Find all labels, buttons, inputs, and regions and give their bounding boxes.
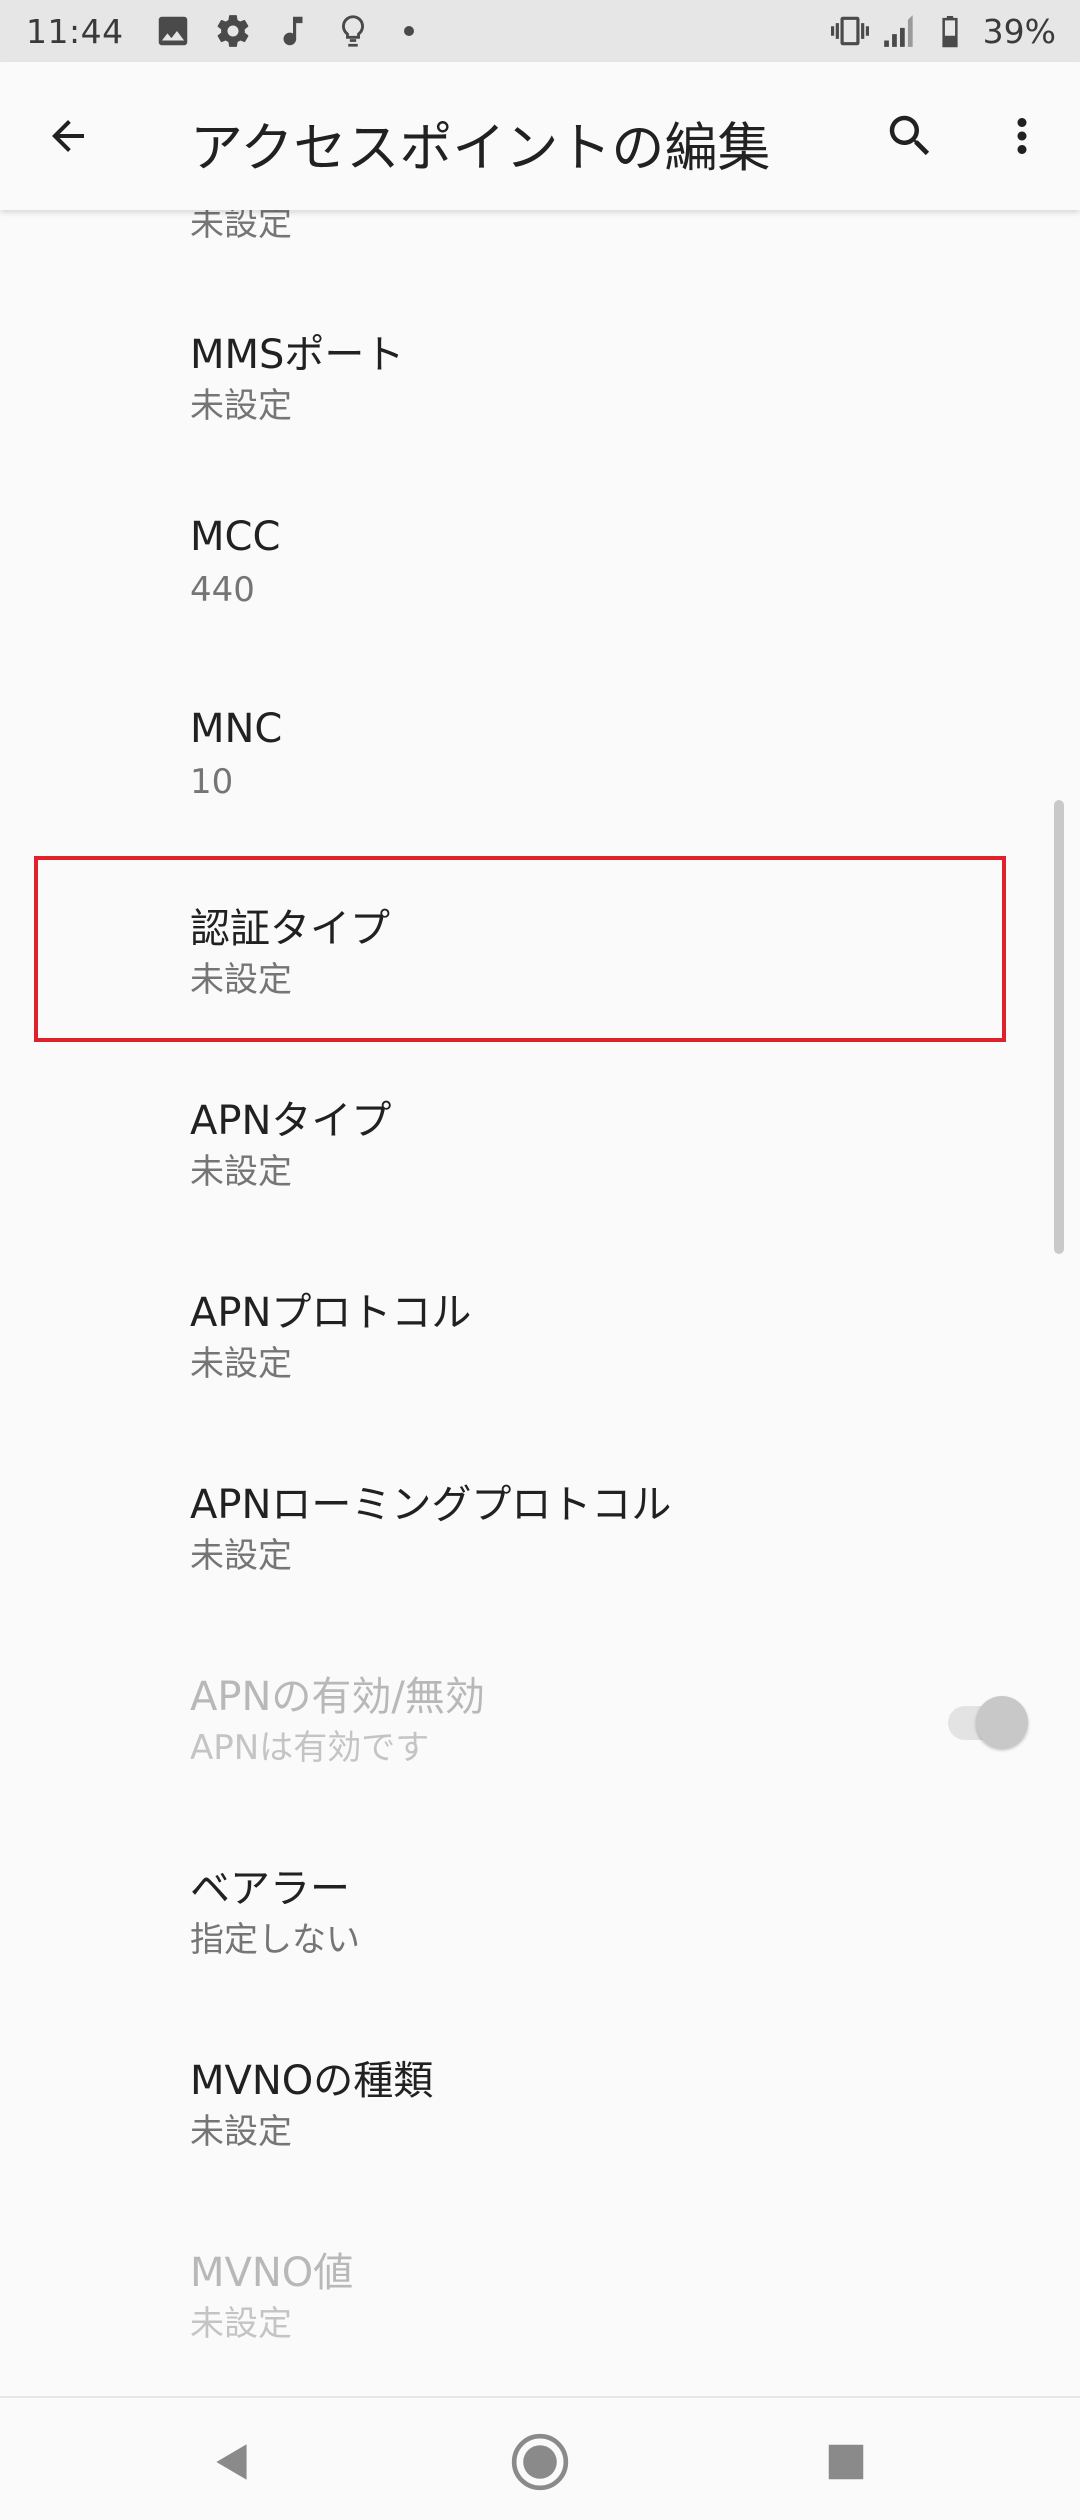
settings-list[interactable]: 未設定 MMSポート 未設定 MCC 440 MNC 10 認証タイプ 未設定 …: [0, 210, 1080, 2396]
status-bar: 11:44 39%: [0, 0, 1080, 62]
list-item-apn-protocol[interactable]: APNプロトコル 未設定: [0, 1260, 1080, 1452]
status-left: 11:44: [26, 0, 414, 62]
more-options-button[interactable]: [986, 100, 1058, 172]
nav-recents-icon: [828, 2444, 864, 2480]
pref-summary: 未設定: [190, 210, 292, 244]
lightbulb-icon: [334, 12, 372, 50]
pref-title: MCC: [190, 514, 281, 560]
pref-title: MMSポート: [190, 332, 405, 378]
pref-title: APNプロトコル: [190, 1290, 472, 1336]
signal-icon: [881, 12, 919, 50]
pref-summary: 440: [190, 570, 255, 610]
list-item-cut-off[interactable]: 未設定: [0, 210, 1080, 252]
pref-summary: 未設定: [190, 386, 292, 426]
navigation-bar: [0, 2396, 1080, 2520]
battery-percent: 39%: [982, 11, 1056, 51]
list-item-mvno-value: MVNO値 未設定: [0, 2220, 1080, 2396]
nav-home-icon: [511, 2433, 569, 2491]
dot-icon: [403, 26, 414, 36]
search-button[interactable]: [874, 100, 946, 172]
pref-summary: 10: [190, 762, 234, 802]
pref-title: APNタイプ: [190, 1098, 392, 1144]
pref-summary: 未設定: [190, 2304, 292, 2344]
nav-home-button[interactable]: [500, 2422, 580, 2502]
list-item-mvno-type[interactable]: MVNOの種類 未設定: [0, 2028, 1080, 2220]
pref-title: ベアラー: [190, 1866, 350, 1912]
pref-title: APNの有効/無効: [190, 1674, 485, 1720]
apn-enable-toggle: [946, 1694, 1028, 1750]
pref-summary: 未設定: [190, 1152, 292, 1192]
list-item-bearer[interactable]: ベアラー 指定しない: [0, 1836, 1080, 2028]
vibrate-icon: [830, 12, 869, 50]
pref-summary: APNは有効です: [190, 1728, 430, 1768]
more-vert-icon: [1017, 118, 1027, 154]
list-item-mcc[interactable]: MCC 440: [0, 494, 1080, 686]
pref-title: MNC: [190, 706, 283, 752]
list-item-apn-type[interactable]: APNタイプ 未設定: [0, 1068, 1080, 1260]
pref-summary: 未設定: [190, 2112, 292, 2152]
nav-recents-button[interactable]: [806, 2422, 886, 2502]
list-item-apn-roaming-protocol[interactable]: APNローミングプロトコル 未設定: [0, 1452, 1080, 1644]
list-item-mnc[interactable]: MNC 10: [0, 686, 1080, 878]
status-right: 39%: [830, 0, 1056, 62]
pref-title: APNローミングプロトコル: [190, 1482, 672, 1528]
scrollbar[interactable]: [1054, 800, 1064, 1254]
pref-title: MVNOの種類: [190, 2058, 434, 2104]
pref-title: MVNO値: [190, 2250, 354, 2296]
nav-back-button[interactable]: [192, 2422, 272, 2502]
nav-back-icon: [216, 2444, 247, 2480]
pref-summary: 未設定: [190, 1344, 292, 1384]
battery-icon: [931, 12, 969, 50]
arrow-back-icon: [52, 120, 84, 152]
list-item-apn-enable: APNの有効/無効 APNは有効です: [0, 1644, 1080, 1836]
search-icon: [889, 115, 930, 156]
back-button[interactable]: [34, 102, 102, 170]
pref-summary: 指定しない: [190, 1920, 360, 1960]
music-note-icon: [274, 12, 312, 50]
status-time: 11:44: [26, 11, 124, 51]
app-bar: アクセスポイントの編集: [0, 62, 1080, 210]
pref-summary: 未設定: [190, 1536, 292, 1576]
toggle-thumb: [976, 1696, 1028, 1748]
screen: 11:44 39% アクセスポイントの編集 未設定 MMSポート 未設定 MCC…: [0, 0, 1080, 2520]
page-title: アクセスポイントの編集: [190, 118, 771, 179]
list-item-mms-port[interactable]: MMSポート 未設定: [0, 302, 1080, 494]
gear-icon: [214, 12, 252, 50]
image-icon: [154, 12, 192, 50]
highlight-box: [34, 856, 1006, 1042]
